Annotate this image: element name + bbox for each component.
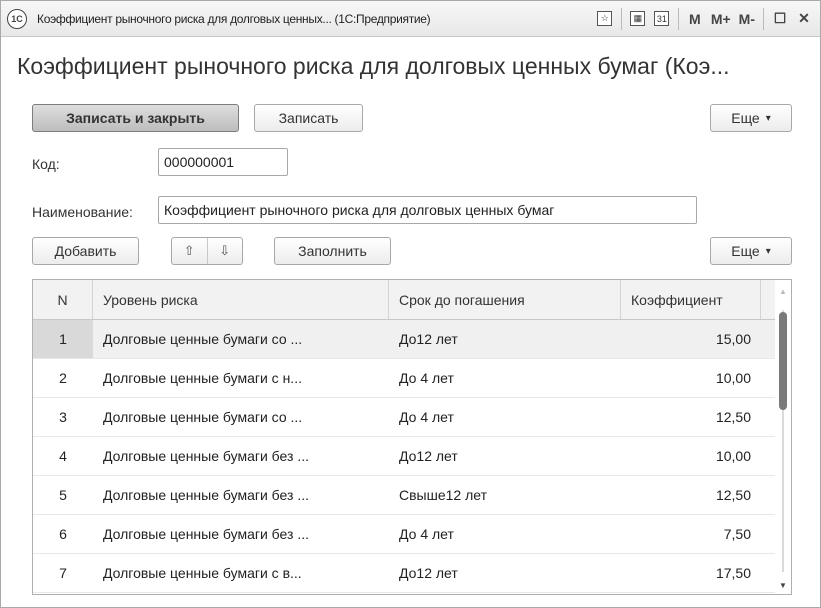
table-more-button-label: Еще — [731, 243, 760, 259]
cell-n: 1 — [33, 320, 93, 358]
cell-risk-level: Долговые ценные бумаги без ... — [103, 448, 309, 464]
page-title: Коэффициент рыночного риска для долговых… — [17, 53, 730, 79]
cell-coefficient: 10,00 — [715, 448, 751, 464]
move-down-icon[interactable]: ⇩ — [208, 238, 243, 264]
cell-maturity: До12 лет — [399, 565, 458, 581]
cell-n: 4 — [59, 448, 67, 464]
table-row[interactable]: 1 Долговые ценные бумаги со ... До12 лет… — [33, 320, 791, 359]
title-bar: 1С Коэффициент рыночного риска для долго… — [1, 1, 820, 37]
cell-coefficient: 12,50 — [715, 409, 751, 425]
column-header-coefficient[interactable]: Коэффициент — [621, 280, 761, 319]
calculator-icon[interactable]: ▦ — [626, 1, 650, 37]
table-row[interactable]: 4 Долговые ценные бумаги без ... До12 ле… — [33, 437, 791, 476]
cell-risk-level: Долговые ценные бумаги с в... — [103, 565, 302, 581]
cell-coefficient: 17,50 — [715, 565, 751, 581]
more-button-label: Еще — [731, 110, 760, 126]
cell-risk-level: Долговые ценные бумаги без ... — [103, 487, 309, 503]
cell-risk-level: Долговые ценные бумаги без ... — [103, 526, 309, 542]
cell-n: 6 — [59, 526, 67, 542]
cell-n: 3 — [59, 409, 67, 425]
cell-coefficient: 10,00 — [715, 370, 751, 386]
cell-n: 7 — [59, 565, 67, 581]
close-button[interactable]: ✕ — [792, 1, 816, 37]
more-button[interactable]: Еще ▾ — [710, 104, 792, 132]
table-scrollbar[interactable]: ▲ ▼ — [775, 280, 791, 594]
add-row-button[interactable]: Добавить — [32, 237, 139, 265]
scroll-thumb[interactable] — [779, 312, 787, 410]
chevron-down-icon: ▾ — [765, 245, 771, 257]
scroll-up-icon[interactable]: ▲ — [775, 284, 791, 298]
maximize-button[interactable]: ☐ — [768, 1, 792, 37]
cell-coefficient: 7,50 — [723, 526, 751, 542]
cell-coefficient: 15,00 — [715, 331, 751, 347]
column-header-maturity[interactable]: Срок до погашения — [389, 280, 621, 319]
name-label: Наименование: — [32, 204, 133, 220]
cell-maturity: До12 лет — [399, 448, 458, 464]
cell-maturity: До 4 лет — [399, 526, 454, 542]
table-header: N Уровень риска Срок до погашения Коэффи… — [33, 280, 791, 320]
memory-button[interactable]: M — [683, 1, 707, 37]
favorite-icon-glyph: ☆ — [597, 11, 613, 26]
memory-minus-button[interactable]: M- — [735, 1, 759, 37]
cell-risk-level: Долговые ценные бумаги со ... — [103, 331, 303, 347]
table-row[interactable]: 5 Долговые ценные бумаги без ... Свыше12… — [33, 476, 791, 515]
cell-maturity: До12 лет — [399, 331, 458, 347]
memory-plus-button[interactable]: M+ — [707, 1, 735, 37]
cell-maturity: До 4 лет — [399, 409, 454, 425]
code-label: Код: — [32, 156, 60, 172]
scroll-down-icon[interactable]: ▼ — [775, 578, 791, 592]
move-buttons-group: ⇧ ⇩ — [171, 237, 243, 265]
code-field[interactable]: 000000001 — [158, 148, 288, 176]
cell-n: 2 — [59, 370, 67, 386]
calculator-icon-glyph: ▦ — [630, 11, 646, 26]
cell-risk-level: Долговые ценные бумаги с н... — [103, 370, 302, 386]
column-header-n[interactable]: N — [33, 280, 93, 319]
fill-button[interactable]: Заполнить — [274, 237, 391, 265]
cell-n: 5 — [59, 487, 67, 503]
risk-coefficients-table: N Уровень риска Срок до погашения Коэффи… — [32, 279, 792, 595]
save-button[interactable]: Записать — [254, 104, 363, 132]
app-window: 1С Коэффициент рыночного риска для долго… — [0, 0, 821, 608]
table-row[interactable]: 2 Долговые ценные бумаги с н... До 4 лет… — [33, 359, 791, 398]
cell-coefficient: 12,50 — [715, 487, 751, 503]
window-title: Коэффициент рыночного риска для долговых… — [37, 11, 431, 26]
calendar-icon[interactable]: 31 — [650, 1, 674, 37]
calendar-icon-glyph: 31 — [654, 11, 670, 26]
favorite-icon[interactable]: ☆ — [593, 1, 617, 37]
cell-maturity: Свыше12 лет — [399, 487, 487, 503]
table-row[interactable]: 7 Долговые ценные бумаги с в... До12 лет… — [33, 554, 791, 593]
cell-risk-level: Долговые ценные бумаги со ... — [103, 409, 303, 425]
save-and-close-button[interactable]: Записать и закрыть — [32, 104, 239, 132]
column-header-risk-level[interactable]: Уровень риска — [93, 280, 389, 319]
move-up-icon[interactable]: ⇧ — [172, 238, 208, 264]
table-more-button[interactable]: Еще ▾ — [710, 237, 792, 265]
table-row[interactable]: 6 Долговые ценные бумаги без ... До 4 ле… — [33, 515, 791, 554]
table-row[interactable]: 3 Долговые ценные бумаги со ... До 4 лет… — [33, 398, 791, 437]
cell-maturity: До 4 лет — [399, 370, 454, 386]
name-field[interactable]: Коэффициент рыночного риска для долговых… — [158, 196, 697, 224]
chevron-down-icon: ▾ — [765, 112, 771, 124]
app-logo-icon[interactable]: 1С — [7, 8, 27, 29]
